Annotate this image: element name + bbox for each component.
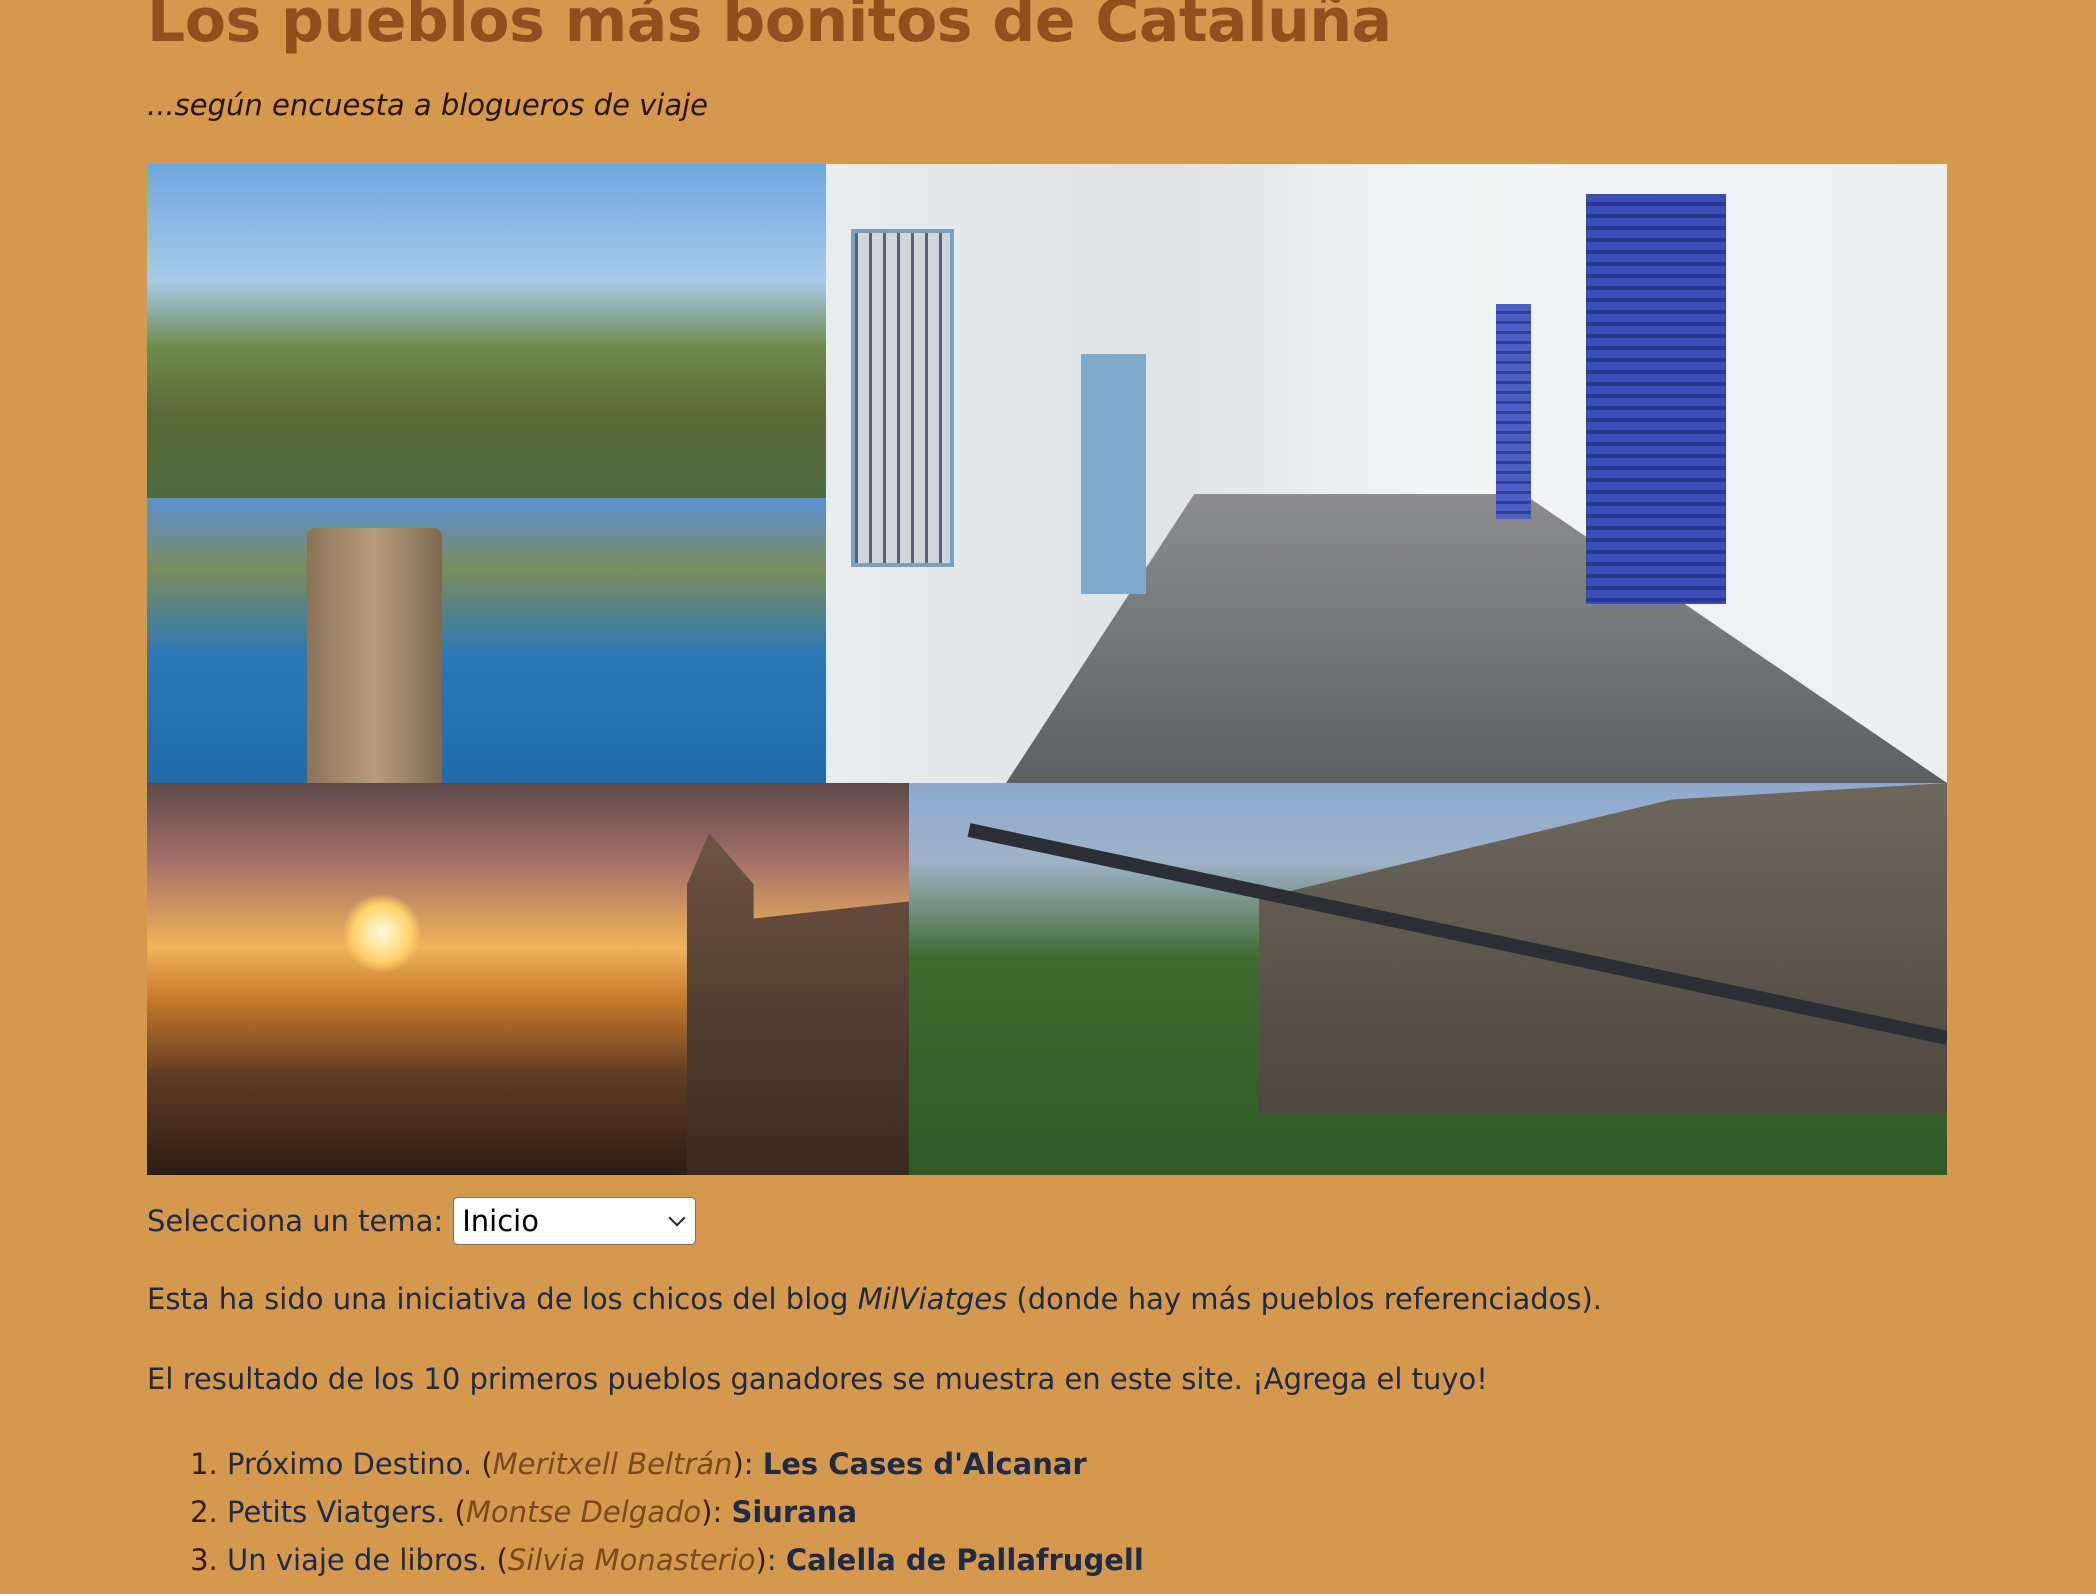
photo-tossa-de-mar — [147, 498, 826, 783]
town-name: Les Cases d'Alcanar — [762, 1447, 1087, 1481]
author-name: Montse Delgado — [465, 1495, 702, 1529]
page-title: Los pueblos más bonitos de Cataluña — [147, 0, 1392, 56]
town-name: Siurana — [731, 1495, 858, 1529]
result-paragraph: El resultado de los 10 primeros pueblos … — [147, 1362, 1488, 1396]
topic-select[interactable]: Inicio — [453, 1197, 697, 1245]
photo-besalu-bridge — [147, 164, 826, 498]
author-name: Silvia Monasterio — [507, 1543, 756, 1577]
ranking-list: Próximo Destino. (Meritxell Beltrán): Le… — [147, 1440, 1144, 1584]
topic-select-value: Inicio — [462, 1204, 539, 1238]
milviatges-link[interactable]: MilViatges — [858, 1282, 1008, 1316]
photo-siurana-sunset — [147, 783, 909, 1175]
chevron-down-icon — [668, 1209, 686, 1227]
photo-white-street-blue-shutters — [826, 164, 1947, 783]
list-item: Un viaje de libros. (Silvia Monasterio):… — [227, 1536, 1144, 1584]
town-name: Calella de Pallafrugell — [785, 1543, 1144, 1577]
photo-rupit-bridge — [909, 783, 1947, 1175]
list-item: Próximo Destino. (Meritxell Beltrán): Le… — [227, 1440, 1144, 1488]
page-subtitle: ...según encuesta a blogueros de viaje — [147, 88, 709, 122]
photo-collage — [147, 164, 1947, 1175]
topic-select-label: Selecciona un tema: — [147, 1204, 444, 1238]
topic-select-row: Selecciona un tema: Inicio — [147, 1197, 697, 1245]
intro-paragraph: Esta ha sido una iniciativa de los chico… — [147, 1282, 1603, 1316]
list-item: Petits Viatgers. (Montse Delgado): Siura… — [227, 1488, 1144, 1536]
author-name: Meritxell Beltrán — [492, 1447, 733, 1481]
